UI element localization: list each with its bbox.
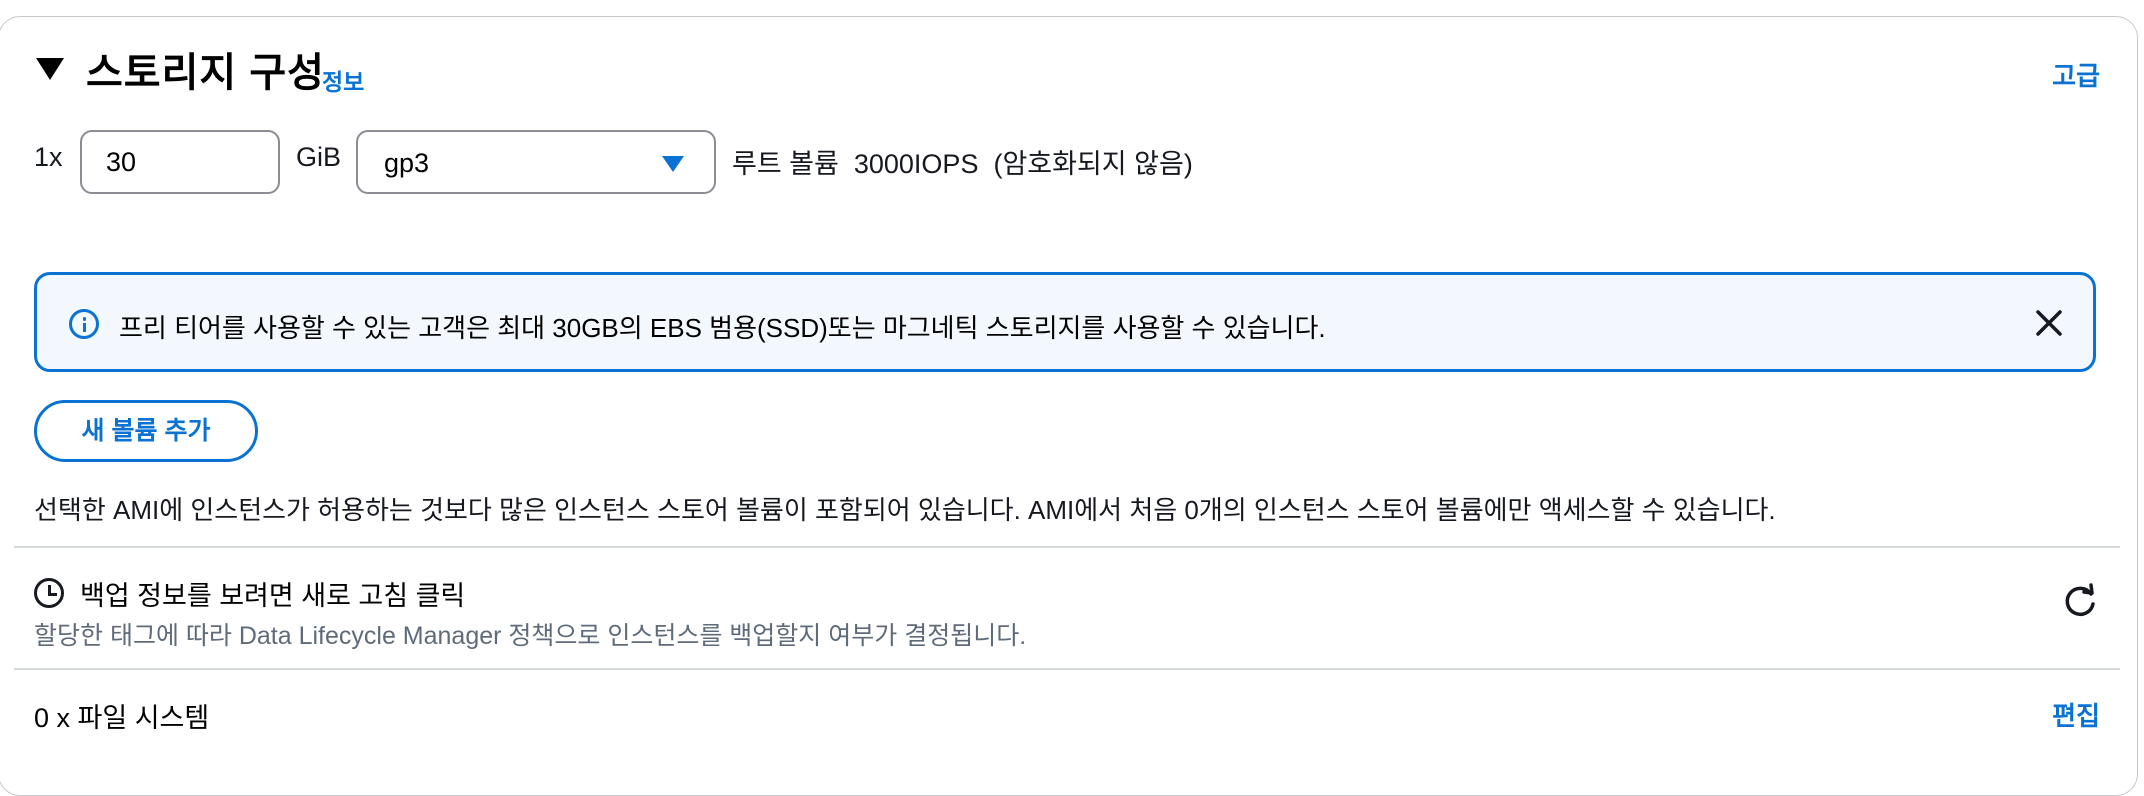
edit-file-systems-link[interactable]: 편집 [2052,696,2100,733]
backup-info-title: 백업 정보를 보려면 새로 고침 클릭 [80,581,466,611]
info-link[interactable]: 정보 [322,63,364,97]
info-circle-icon [69,309,99,339]
volume-type-select[interactable]: gp3 [356,130,716,194]
file-systems-label: 0 x 파일 시스템 [34,703,210,733]
advanced-link[interactable]: 고급 [2052,56,2100,93]
volume-description: 루트 볼륨 3000IOPS (암호화되지 않음) [732,149,1193,179]
refresh-icon[interactable] [2060,582,2100,622]
close-icon[interactable] [2031,305,2067,341]
alert-message: 프리 티어를 사용할 수 있는 고객은 최대 30GB의 EBS 범용(SSD)… [119,313,1326,343]
add-volume-button[interactable]: 새 볼륨 추가 [34,400,258,462]
free-tier-alert: 프리 티어를 사용할 수 있는 고객은 최대 30GB의 EBS 범용(SSD)… [34,272,2096,372]
volume-size-input[interactable] [80,130,280,194]
backup-info-subtitle: 할당한 태그에 따라 Data Lifecycle Manager 정책으로 인… [34,622,1027,650]
volume-count-label: 1x [34,142,63,172]
storage-config-panel [0,16,2138,796]
ami-instance-store-note: 선택한 AMI에 인스턴스가 허용하는 것보다 많은 인스턴스 스토어 볼륨이 … [34,495,1776,525]
volume-size-unit: GiB [296,142,342,172]
section-title: 스토리지 구성 [86,51,325,95]
clock-icon [34,578,64,608]
divider [14,668,2120,670]
dropdown-caret-icon [662,156,684,172]
divider [14,546,2120,548]
volume-type-value: gp3 [384,148,430,178]
caret-down-icon[interactable] [36,58,64,80]
